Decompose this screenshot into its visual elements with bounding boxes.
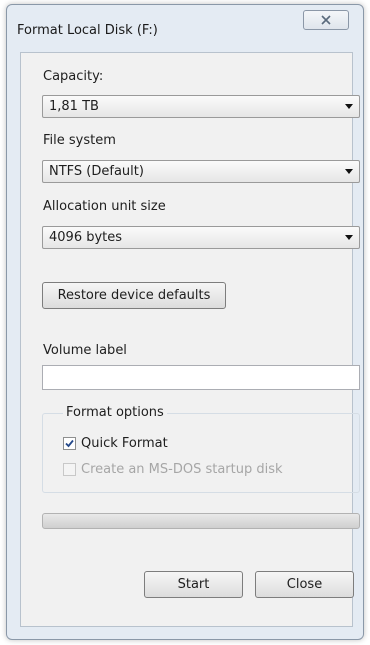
format-options-title: Format options bbox=[63, 405, 167, 420]
volume-label-label: Volume label bbox=[43, 343, 127, 358]
format-options-group bbox=[42, 413, 360, 493]
dialog-body: Capacity: 1,81 TB File system NTFS (Defa… bbox=[20, 52, 360, 627]
close-button[interactable]: Close bbox=[255, 571, 354, 598]
format-dialog: Format Local Disk (F:) Capacity: 1,81 TB… bbox=[6, 4, 364, 640]
file-system-label: File system bbox=[43, 133, 116, 148]
file-system-dropdown[interactable]: NTFS (Default) bbox=[42, 160, 360, 183]
volume-label-input[interactable] bbox=[42, 365, 360, 390]
allocation-label: Allocation unit size bbox=[43, 199, 166, 214]
msdos-startup-option: Create an MS-DOS startup disk bbox=[63, 461, 283, 477]
close-window-button[interactable] bbox=[303, 10, 349, 30]
dropdown-arrow-icon bbox=[345, 104, 353, 109]
dropdown-arrow-icon bbox=[345, 235, 353, 240]
title-bar: Format Local Disk (F:) bbox=[7, 5, 363, 51]
dropdown-arrow-icon bbox=[345, 169, 353, 174]
format-progress-bar bbox=[42, 513, 360, 529]
msdos-startup-label: Create an MS-DOS startup disk bbox=[81, 461, 283, 477]
checkmark-icon bbox=[65, 439, 74, 447]
file-system-value: NTFS (Default) bbox=[49, 164, 144, 179]
quick-format-option[interactable]: Quick Format bbox=[63, 435, 168, 451]
msdos-startup-checkbox bbox=[63, 462, 76, 476]
allocation-value: 4096 bytes bbox=[49, 230, 123, 245]
window-title: Format Local Disk (F:) bbox=[17, 23, 158, 38]
close-icon bbox=[321, 15, 331, 25]
quick-format-label: Quick Format bbox=[81, 435, 168, 451]
allocation-dropdown[interactable]: 4096 bytes bbox=[42, 226, 360, 249]
restore-defaults-button[interactable]: Restore device defaults bbox=[42, 282, 226, 309]
capacity-label: Capacity: bbox=[43, 69, 104, 84]
capacity-value: 1,81 TB bbox=[49, 99, 99, 114]
quick-format-checkbox[interactable] bbox=[63, 436, 76, 450]
start-button[interactable]: Start bbox=[144, 571, 243, 598]
capacity-dropdown[interactable]: 1,81 TB bbox=[42, 95, 360, 118]
